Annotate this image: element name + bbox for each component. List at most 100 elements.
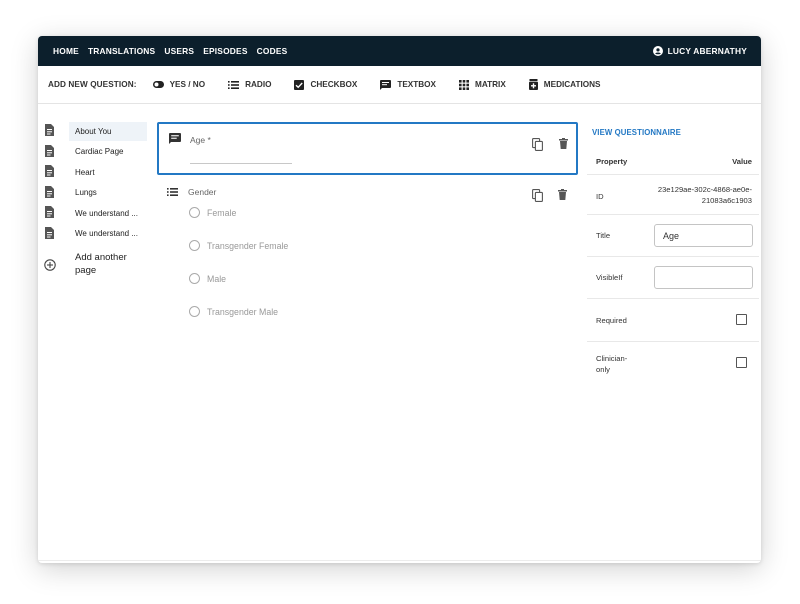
sidebar-page-about-you[interactable]: About You — [38, 121, 148, 142]
clinician-only-checkbox[interactable] — [736, 357, 747, 368]
property-row-required: Required — [587, 299, 759, 342]
document-icon — [45, 165, 54, 177]
radio-circle[interactable] — [189, 207, 200, 218]
add-checkbox-label: CHECKBOX — [310, 80, 358, 89]
sidebar-page-label: We understand ... — [75, 208, 138, 218]
sidebar-page-cardiac[interactable]: Cardiac Page — [38, 142, 148, 163]
view-questionnaire-link[interactable]: VIEW QUESTIONNAIRE — [592, 128, 681, 137]
nav-codes[interactable]: CODES — [257, 46, 288, 56]
add-textbox-button[interactable]: TEXTBOX — [380, 79, 436, 90]
add-question-label: ADD NEW QUESTION: — [48, 80, 137, 89]
sidebar-page-label: Lungs — [75, 188, 97, 198]
checkbox-icon — [294, 79, 305, 90]
property-required-label: Required — [596, 316, 627, 325]
visibleif-input[interactable] — [654, 266, 753, 289]
property-clinician-label: Clinician- only — [596, 353, 627, 375]
property-id-value-line1: 23e129ae-302c-4868-ae0e- — [657, 185, 752, 194]
property-row-clinician-only: Clinician- only — [587, 342, 759, 386]
grid-icon — [459, 79, 469, 90]
add-radio-label: RADIO — [245, 80, 272, 89]
top-nav: HOME TRANSLATIONS USERS EPISODES CODES L… — [38, 36, 761, 66]
value-column-header: Value — [732, 157, 752, 166]
property-visibleif-label: VisibleIf — [596, 273, 623, 282]
add-matrix-button[interactable]: MATRIX — [459, 79, 506, 90]
sidebar-page-label: Heart — [75, 167, 95, 177]
radio-option-male[interactable]: Male — [189, 273, 226, 284]
sidebar-page-we-understand-2[interactable]: We understand ... — [38, 224, 148, 245]
add-medications-label: MEDICATIONS — [543, 80, 601, 89]
radio-circle[interactable] — [189, 273, 200, 284]
question-age-label: Age * — [190, 135, 211, 145]
radio-option-transgender-male[interactable]: Transgender Male — [189, 306, 278, 317]
radio-option-label: Male — [207, 273, 227, 284]
page-sidebar: About You Cardiac Page Heart Lungs We un… — [38, 121, 148, 276]
property-id-value-line2: 21083a6c1903 — [701, 196, 752, 205]
add-yes-no-button[interactable]: YES / NO — [152, 80, 206, 89]
toggle-icon — [152, 81, 164, 88]
medication-icon — [528, 79, 538, 90]
add-radio-button[interactable]: RADIO — [228, 80, 271, 89]
question-gender[interactable]: Gender Female Transgender Female Male Tr… — [157, 182, 578, 332]
nav-translations[interactable]: TRANSLATIONS — [88, 46, 155, 56]
sidebar-page-label: Cardiac Page — [75, 147, 124, 157]
document-icon — [45, 206, 54, 218]
radio-option-label: Female — [207, 207, 237, 218]
property-row-id: ID 23e129ae-302c-4868-ae0e- 21083a6c1903 — [587, 175, 759, 215]
add-page-label: Add another page — [75, 252, 127, 276]
nav-home[interactable]: HOME — [53, 46, 79, 56]
age-answer-field[interactable] — [190, 163, 292, 164]
user-menu[interactable]: LUCY ABERNATHY — [652, 46, 747, 56]
account-circle-icon — [652, 46, 663, 56]
delete-icon[interactable] — [559, 138, 568, 149]
radio-circle[interactable] — [189, 240, 200, 251]
property-title-label: Title — [596, 231, 611, 240]
add-page-button[interactable]: Add another page — [38, 251, 148, 281]
editor-content: About You Cardiac Page Heart Lungs We un… — [38, 104, 761, 562]
property-id-label: ID — [596, 192, 604, 201]
sidebar-page-heart[interactable]: Heart — [38, 162, 148, 183]
property-clinician-label-line2: only — [596, 365, 610, 374]
sidebar-page-lungs[interactable]: Lungs — [38, 183, 148, 204]
property-column-header: Property — [596, 157, 628, 166]
add-textbox-label: TEXTBOX — [397, 80, 436, 89]
property-id-value: 23e129ae-302c-4868-ae0e- 21083a6c1903 — [658, 184, 752, 206]
add-medications-button[interactable]: MEDICATIONS — [528, 79, 601, 90]
delete-icon[interactable] — [558, 189, 567, 200]
list-icon — [167, 188, 178, 196]
copy-icon[interactable] — [532, 189, 543, 202]
radio-circle[interactable] — [189, 306, 200, 317]
sidebar-page-label: About You — [75, 126, 112, 136]
nav-users[interactable]: USERS — [164, 46, 194, 56]
properties-header-row: Property Value — [587, 145, 759, 175]
radio-option-transgender-female[interactable]: Transgender Female — [189, 240, 288, 251]
textbox-icon — [380, 79, 392, 90]
add-checkbox-button[interactable]: CHECKBOX — [294, 79, 358, 90]
document-icon — [45, 226, 54, 239]
textbox-icon — [169, 133, 181, 144]
document-icon — [45, 124, 54, 136]
nav-episodes[interactable]: EPISODES — [203, 46, 247, 56]
sidebar-page-label: We understand ... — [75, 229, 138, 239]
property-row-title: Title Age — [587, 215, 759, 257]
question-gender-label: Gender — [188, 187, 217, 197]
property-row-visibleif: VisibleIf — [587, 257, 759, 299]
radio-option-female[interactable]: Female — [189, 207, 236, 218]
question-age[interactable]: Age * — [157, 122, 578, 175]
document-icon — [45, 185, 54, 198]
footer-divider — [38, 560, 761, 561]
required-checkbox[interactable] — [736, 314, 747, 325]
app-window: HOME TRANSLATIONS USERS EPISODES CODES L… — [38, 36, 761, 563]
property-clinician-label-line1: Clinician- — [596, 354, 628, 363]
document-icon — [45, 144, 54, 157]
title-input[interactable]: Age — [654, 224, 753, 247]
radio-option-label: Transgender Male — [207, 306, 279, 317]
user-name: LUCY ABERNATHY — [667, 46, 747, 56]
add-question-toolbar: ADD NEW QUESTION: YES / NO RADIO CHECKBO… — [38, 66, 761, 104]
sidebar-page-we-understand-1[interactable]: We understand ... — [38, 203, 148, 224]
radio-option-label: Transgender Female — [207, 240, 289, 251]
add-yes-no-label: YES / NO — [169, 80, 206, 89]
add-matrix-label: MATRIX — [475, 80, 506, 89]
copy-icon[interactable] — [532, 138, 543, 151]
list-icon — [228, 80, 240, 89]
add-circle-icon — [44, 259, 56, 271]
